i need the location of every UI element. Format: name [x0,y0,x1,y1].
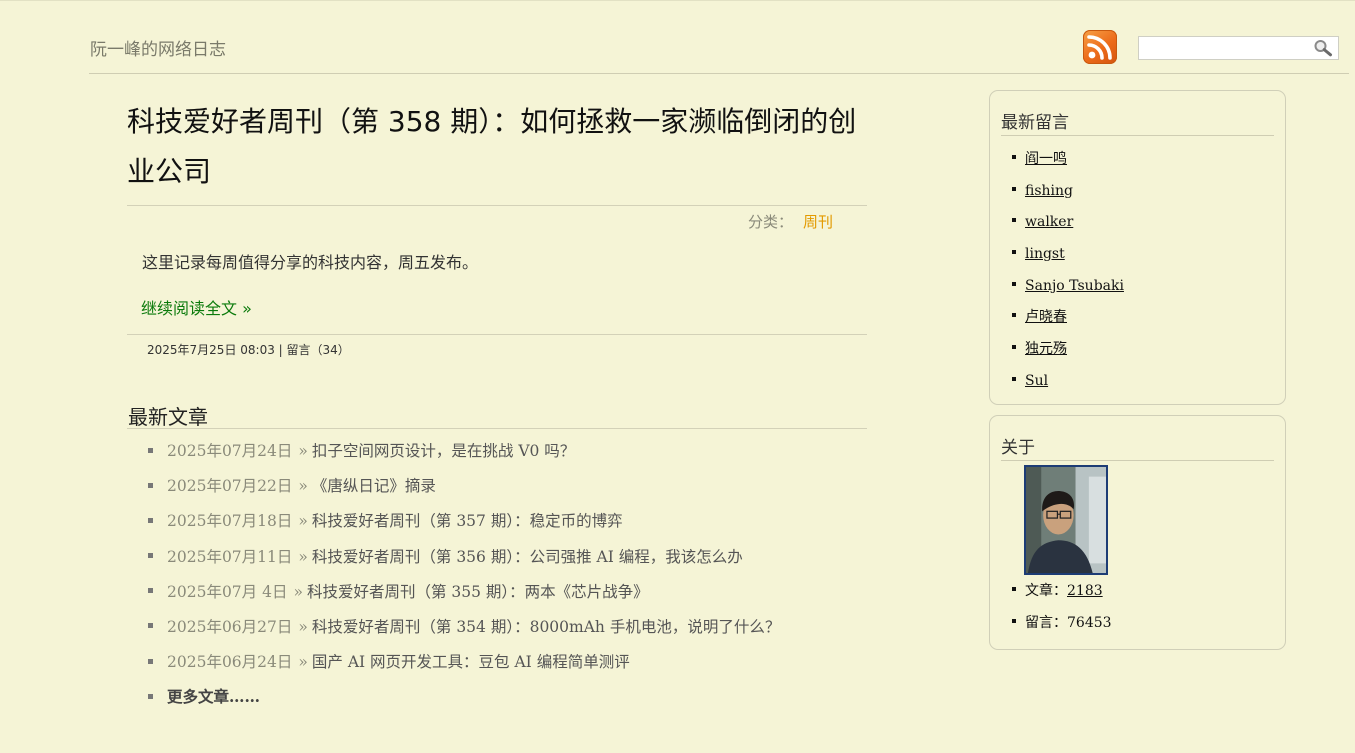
list-item: 独元殇 [1012,334,1285,366]
about-title: 关于 [1001,433,1274,461]
search-input[interactable] [1139,37,1309,59]
post-summary: 这里记录每周值得分享的科技内容，周五发布。 [142,253,479,272]
article-date: 2025年06月27日 [167,617,293,636]
post-comments-link[interactable]: 留言（34） [287,343,350,357]
articles-stat: 文章：2183 [1012,575,1285,607]
recent-comments-list: 阎一鸣 fishing walker lingst Sanjo Tsubaki … [1012,144,1285,398]
commenter-link[interactable]: 阎一鸣 [1025,151,1067,167]
articles-label: 文章： [1025,583,1067,599]
post-meta-divider [127,334,867,335]
article-date: 2025年07月18日 [167,512,293,531]
article-separator: » [298,477,308,496]
commenter-link[interactable]: Sul [1025,373,1048,389]
post-title[interactable]: 科技爱好者周刊（第 358 期）：如何拯救一家濒临倒闭的创业公司 [127,97,867,197]
search-box [1138,36,1339,60]
article-link[interactable]: 国产 AI 网页开发工具：豆包 AI 编程简单测评 [312,653,630,671]
article-date: 2025年07月 4日 [167,582,288,601]
post-category: 分类： 周刊 [748,211,833,232]
list-item: 2025年06月24日 » 国产 AI 网页开发工具：豆包 AI 编程简单测评 [148,645,780,680]
list-item: 2025年07月 4日 » 科技爱好者周刊（第 355 期）：两本《芯片战争》 [148,575,780,610]
commenter-link[interactable]: lingst [1025,246,1065,262]
recent-comments-title: 最新留言 [1001,108,1274,136]
avatar[interactable] [1024,465,1285,575]
article-date: 2025年07月22日 [167,477,293,496]
commenter-link[interactable]: 独元殇 [1025,341,1067,357]
post-title-divider [127,205,867,206]
recent-articles-title: 最新文章 [128,405,208,429]
article-separator: » [298,442,308,460]
list-item: Sul [1012,366,1285,398]
site-title[interactable]: 阮一峰的网络日志 [90,35,226,60]
article-link[interactable]: 科技爱好者周刊（第 357 期）：稳定币的博弈 [312,512,623,530]
article-separator: » [293,582,303,601]
list-item: 2025年06月27日 » 科技爱好者周刊（第 354 期）：8000mAh 手机电… [148,610,780,645]
category-link[interactable]: 周刊 [803,213,833,231]
recent-comments-box: 最新留言 阎一鸣 fishing walker lingst Sanjo Tsu… [989,90,1286,405]
comments-label: 留言： [1025,615,1067,631]
article-date: 2025年07月24日 [167,442,293,460]
read-more-link[interactable]: 继续阅读全文 » [141,295,252,319]
commenter-link[interactable]: fishing [1025,183,1073,199]
article-link[interactable]: 科技爱好者周刊（第 356 期）：公司强推 AI 编程，我该怎么办 [312,548,743,566]
commenter-link[interactable]: Sanjo Tsubaki [1025,278,1124,294]
comments-count: 76453 [1067,615,1112,631]
about-box: 关于 文章：2183 留言：76453 [989,415,1286,650]
list-item: 2025年07月18日 » 科技爱好者周刊（第 357 期）：稳定币的博弈 [148,504,780,539]
commenter-link[interactable]: walker [1025,214,1073,230]
article-separator: » [298,547,308,566]
article-date: 2025年06月24日 [167,653,293,672]
list-item: 2025年07月22日 » 《唐纵日记》摘录 [148,469,780,504]
article-separator: » [298,617,308,636]
post-meta: 2025年7月25日 08:03 | 留言（34） [147,341,350,358]
list-item: 阎一鸣 [1012,144,1285,176]
more-articles-link[interactable]: 更多文章…… [167,687,260,706]
article-link[interactable]: 扣子空间网页设计，是在挑战 V0 吗？ [312,442,575,460]
comments-stat: 留言：76453 [1012,607,1285,639]
article-separator: » [298,653,308,672]
category-label: 分类： [748,213,794,231]
article-link[interactable]: 科技爱好者周刊（第 354 期）：8000mAh 手机电池，说明了什么？ [312,618,780,636]
list-item: walker [1012,207,1285,239]
meta-separator: | [274,343,287,357]
article-link[interactable]: 科技爱好者周刊（第 355 期）：两本《芯片战争》 [307,583,649,601]
list-item: 2025年07月24日 » 扣子空间网页设计，是在挑战 V0 吗？ [148,434,780,469]
list-item: Sanjo Tsubaki [1012,271,1285,303]
site-stats-list: 文章：2183 留言：76453 [1012,575,1285,639]
articles-count-link[interactable]: 2183 [1067,583,1103,599]
list-item: 更多文章…… [148,680,780,715]
article-date: 2025年07月11日 [167,547,293,566]
commenter-link[interactable]: 卢晓春 [1025,309,1067,325]
article-separator: » [298,512,308,531]
list-item: fishing [1012,176,1285,208]
list-item: lingst [1012,239,1285,271]
recent-articles-divider [127,428,867,429]
rss-feed-icon[interactable] [1083,30,1117,64]
list-item: 卢晓春 [1012,302,1285,334]
article-link[interactable]: 《唐纵日记》摘录 [312,477,436,495]
list-item: 2025年07月11日 » 科技爱好者周刊（第 356 期）：公司强推 AI 编程，… [148,540,780,575]
post-date: 2025年7月25日 08:03 [147,343,275,357]
recent-articles-list: 2025年07月24日» 扣子空间网页设计，是在挑战 V0 吗？ 2025年07月… [148,434,780,716]
header-divider [89,73,1349,74]
search-icon[interactable] [1313,39,1333,57]
